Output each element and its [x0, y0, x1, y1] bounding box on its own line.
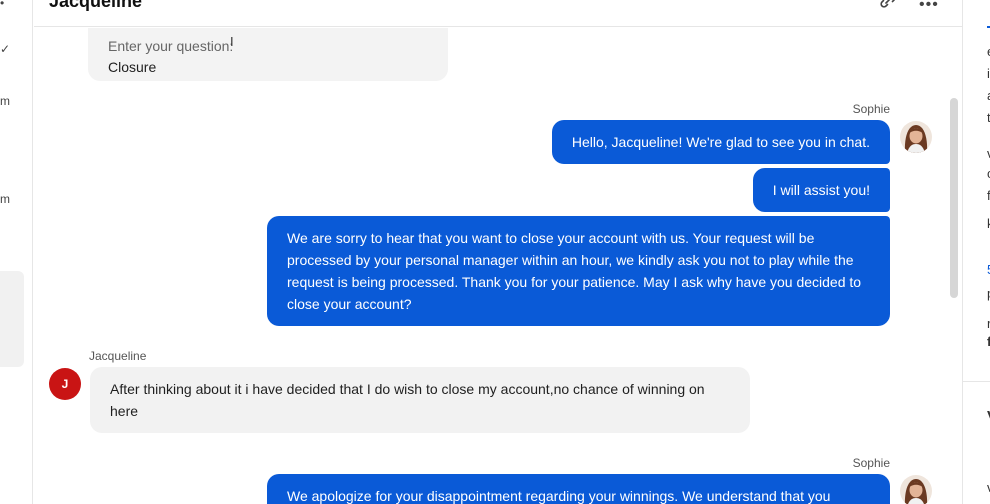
sender-name: Sophie [852, 456, 890, 470]
agent-message-bubble: I will assist you! [752, 168, 890, 212]
rail-dot-icon[interactable]: • [0, 0, 4, 10]
rail-check-icon[interactable]: ✓ [0, 42, 10, 56]
chat-scrollbar[interactable] [950, 98, 958, 298]
rail-selected-panel[interactable] [0, 271, 24, 367]
more-options-icon[interactable]: ••• [919, 0, 939, 14]
agent-avatar-image [900, 475, 932, 504]
details-side-panel: e i a t v c f k 5 p r f V v [962, 0, 990, 504]
agent-message-bubble: Hello, Jacqueline! We're glad to see you… [551, 120, 890, 164]
question-form-card: Enter your question: Closure I [88, 28, 448, 81]
question-label: Enter your question: [108, 38, 234, 54]
agent-message-bubble: We apologize for your disappointment reg… [267, 474, 890, 504]
text-cursor-icon: I [230, 34, 234, 49]
link-icon[interactable] [879, 0, 897, 10]
customer-avatar: J [49, 368, 81, 400]
customer-message-bubble: After thinking about it i have decided t… [90, 367, 750, 433]
panel-text-fragment: i [987, 66, 990, 81]
agent-message-bubble: We are sorry to hear that you want to cl… [267, 216, 890, 326]
question-value: Closure [108, 59, 157, 75]
rail-item-fragment[interactable]: m [0, 94, 10, 108]
panel-divider [963, 381, 990, 382]
chat-title: Jacqueline [49, 0, 143, 11]
chat-messages: Enter your question: Closure I Sophie He… [34, 28, 948, 504]
agent-avatar [900, 121, 932, 153]
rail-item-fragment[interactable]: m [0, 192, 10, 206]
chat-header: Jacqueline ••• [34, 0, 962, 27]
left-navigation-rail: • ✓ m m [0, 0, 33, 504]
agent-avatar-image [900, 121, 932, 153]
agent-avatar [900, 475, 932, 504]
sender-name: Jacqueline [89, 349, 147, 363]
sender-name: Sophie [852, 102, 890, 116]
